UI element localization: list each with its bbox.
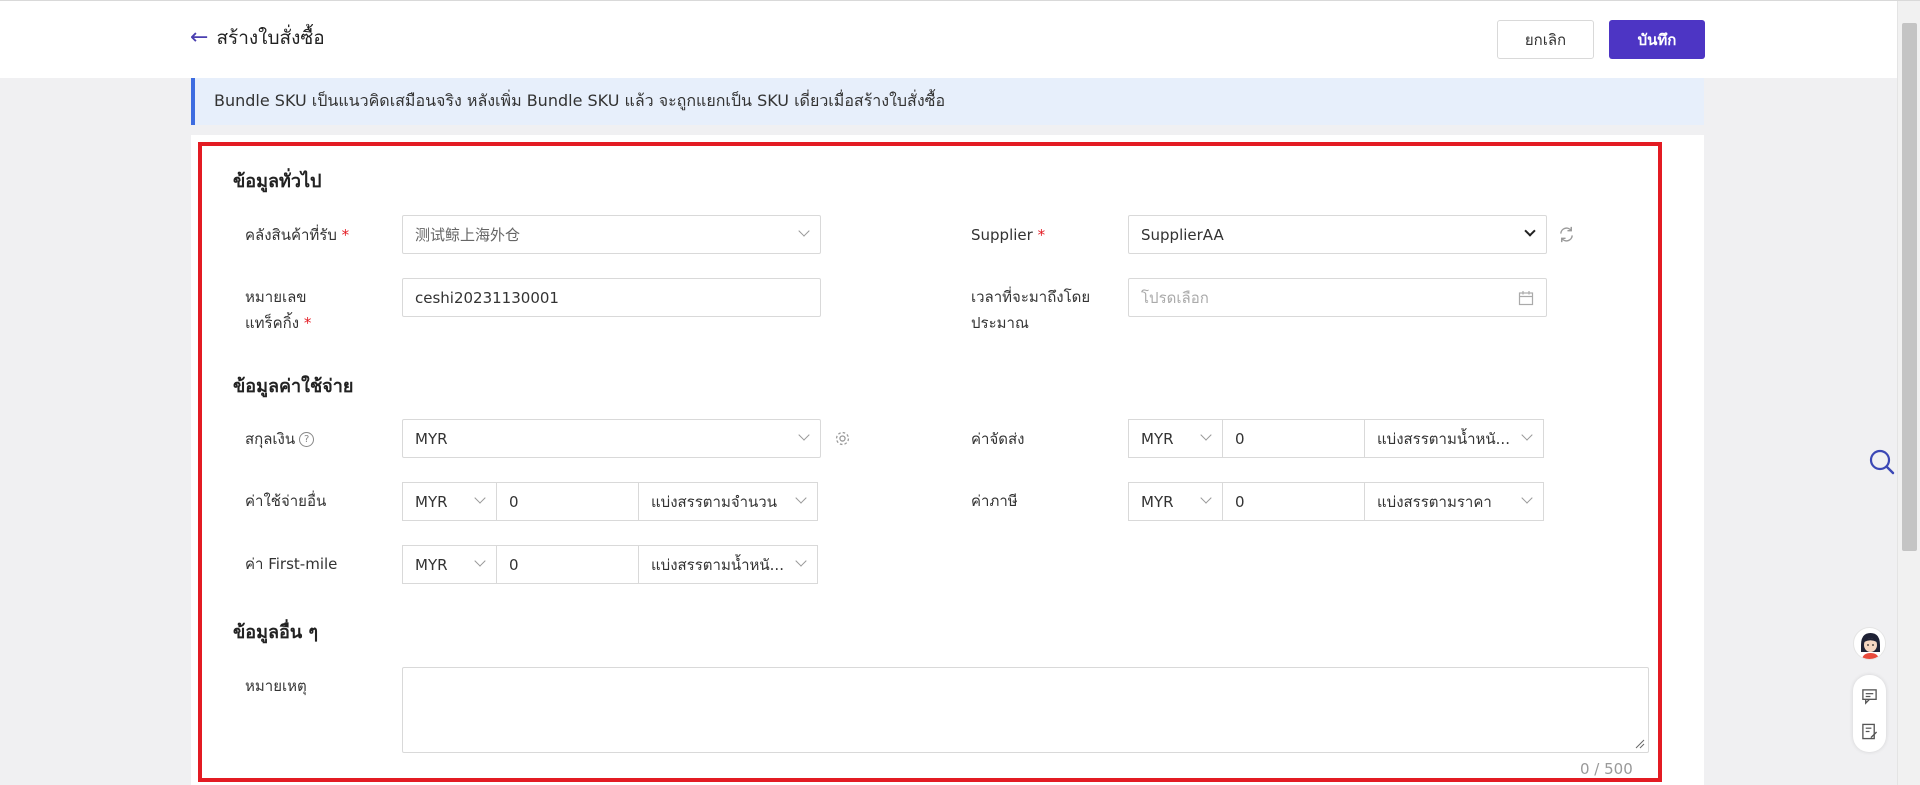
other-alloc-select[interactable]: แบ่งสรรตามจำนวน: [639, 482, 818, 521]
remark-label: หมายเหตุ: [245, 677, 307, 695]
chevron-down-icon: [1521, 429, 1533, 441]
section-title-general: ข้อมูลทั่วไป: [233, 171, 322, 192]
search-icon[interactable]: [1868, 448, 1896, 476]
scrollbar-thumb[interactable]: [1902, 23, 1917, 551]
calendar-icon: [1518, 291, 1534, 306]
bundle-sku-notice: Bundle SKU เป็นแนวคิดเสมือนจริง หลังเพิ่…: [191, 78, 1704, 125]
shipping-alloc-select[interactable]: แบ่งสรรตามน้ำหนั...: [1365, 419, 1544, 458]
other-cost-group: MYR 0 แบ่งสรรตามจำนวน: [402, 482, 818, 521]
eta-date-picker[interactable]: โปรดเลือก: [1128, 278, 1547, 317]
firstmile-cost-group: MYR 0 แบ่งสรรตามน้ำหนั...: [402, 545, 818, 584]
tax-amount-input[interactable]: 0: [1223, 482, 1365, 521]
tax-cost-group: MYR 0 แบ่งสรรตามราคา: [1128, 482, 1544, 521]
chevron-down-icon: [474, 492, 486, 504]
chevron-down-icon: [798, 429, 810, 441]
section-title-other: ข้อมูลอื่น ๆ: [233, 622, 319, 643]
refresh-icon[interactable]: [1557, 225, 1576, 244]
chevron-down-icon: [795, 492, 807, 504]
agent-avatar-icon: [1854, 628, 1885, 659]
back-button[interactable]: ← สร้างใบสั่งซื้อ: [190, 23, 325, 53]
other-currency-select[interactable]: MYR: [402, 482, 497, 521]
firstmile-amount-input[interactable]: 0: [497, 545, 639, 584]
eta-label: เวลาที่จะมาถึงโดย ประมาณ: [971, 288, 1091, 332]
other-cost-label: ค่าใช้จ่ายอื่น: [245, 492, 327, 510]
tracking-number-input[interactable]: ceshi20231130001: [402, 278, 821, 317]
firstmile-alloc-select[interactable]: แบ่งสรรตามน้ำหนั...: [639, 545, 818, 584]
chevron-down-icon: [1521, 492, 1533, 504]
supplier-label: Supplier *: [971, 226, 1046, 244]
firstmile-label: ค่า First-mile: [245, 555, 338, 573]
chevron-down-icon: [1200, 429, 1212, 441]
chevron-down-icon: [798, 225, 810, 237]
remark-textarea[interactable]: [402, 667, 1649, 753]
firstmile-currency-select[interactable]: MYR: [402, 545, 497, 584]
edit-note-icon[interactable]: [1861, 723, 1878, 740]
currency-select[interactable]: MYR: [402, 419, 821, 458]
cancel-button[interactable]: ยกเลิก: [1497, 20, 1594, 59]
chevron-down-icon: [1200, 492, 1212, 504]
help-icon[interactable]: ?: [299, 432, 315, 447]
chevron-down-icon: [1524, 225, 1536, 237]
notice-text: Bundle SKU เป็นแนวคิดเสมือนจริง หลังเพิ่…: [214, 91, 946, 110]
shipping-currency-select[interactable]: MYR: [1128, 419, 1223, 458]
remark-char-counter: 0 / 500: [1580, 760, 1633, 778]
page-scrollbar[interactable]: [1897, 1, 1920, 785]
section-title-cost: ข้อมูลค่าใช้จ่าย: [233, 376, 354, 397]
other-amount-input[interactable]: 0: [497, 482, 639, 521]
warehouse-select[interactable]: 测试鲸上海外仓: [402, 215, 821, 254]
chevron-down-icon: [795, 555, 807, 567]
resize-handle-icon[interactable]: [1635, 739, 1645, 749]
chevron-down-icon: [474, 555, 486, 567]
tax-label: ค่าภาษี: [971, 492, 1018, 510]
support-avatar[interactable]: [1853, 627, 1886, 660]
save-button[interactable]: บันทึก: [1609, 20, 1705, 59]
shipping-amount-input[interactable]: 0: [1223, 419, 1365, 458]
floating-toolbar: [1853, 675, 1886, 752]
currency-label: สกุลเงิน?: [245, 426, 315, 452]
gear-icon[interactable]: [834, 430, 851, 447]
shipping-cost-group: MYR 0 แบ่งสรรตามน้ำหนั...: [1128, 419, 1544, 458]
chat-icon[interactable]: [1861, 688, 1878, 705]
warehouse-label: คลังสินค้าที่รับ *: [245, 226, 350, 244]
arrow-left-icon: ←: [190, 25, 209, 50]
shipping-label: ค่าจัดส่ง: [971, 430, 1025, 448]
tracking-label: หมายเลข แทร็คกิ้ง *: [245, 288, 312, 332]
tax-currency-select[interactable]: MYR: [1128, 482, 1223, 521]
supplier-select[interactable]: SupplierAA: [1128, 215, 1547, 254]
page-title: สร้างใบสั่งซื้อ: [216, 27, 325, 49]
tax-alloc-select[interactable]: แบ่งสรรตามราคา: [1365, 482, 1544, 521]
